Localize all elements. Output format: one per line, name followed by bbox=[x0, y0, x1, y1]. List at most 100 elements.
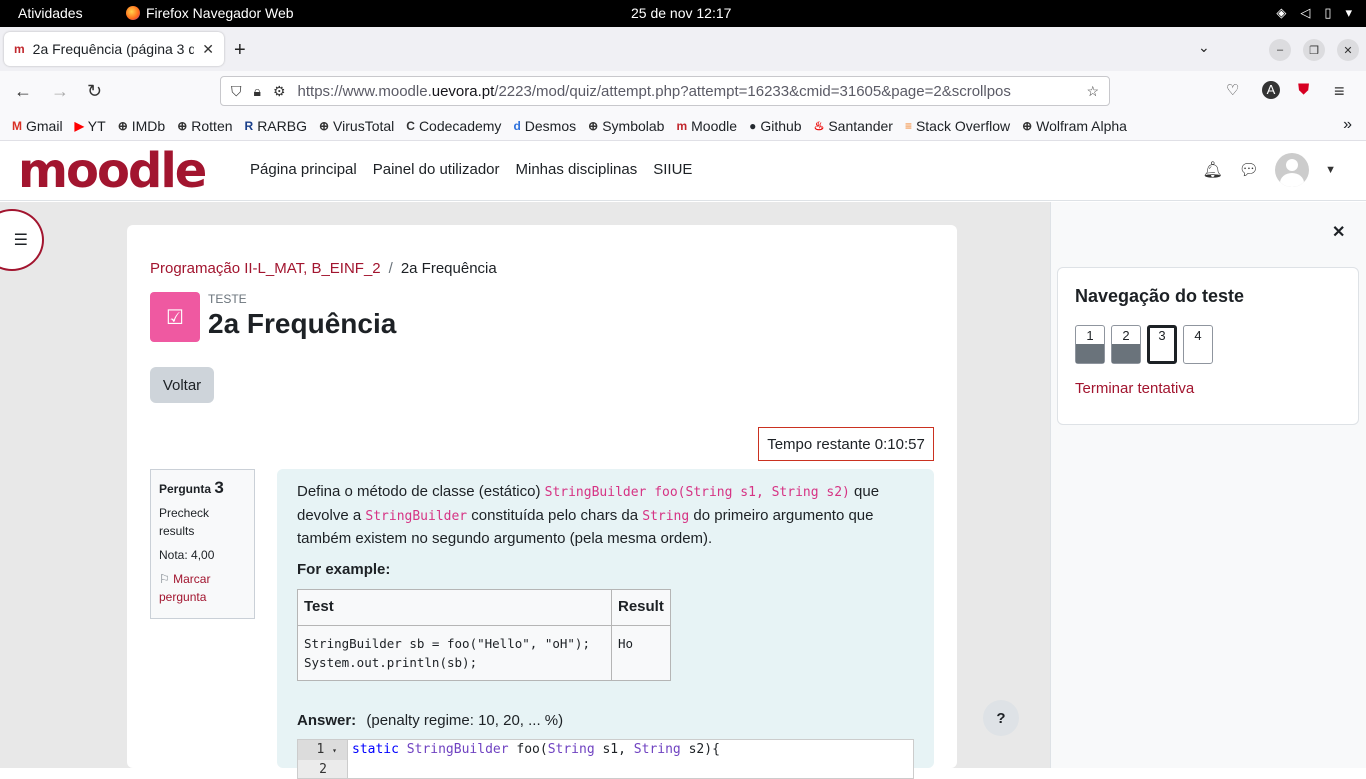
bookmark-item[interactable]: ♨ Santander bbox=[814, 118, 893, 134]
bookmark-item[interactable]: ▶ YT bbox=[75, 118, 106, 134]
bookmark-item[interactable]: ⊕ VirusTotal bbox=[319, 118, 394, 134]
list-icon: ☰ bbox=[13, 232, 28, 249]
firefox-icon bbox=[126, 6, 140, 20]
bookmark-item[interactable]: ⊕ IMDb bbox=[118, 118, 166, 134]
question-number-value: 3 bbox=[214, 478, 224, 497]
battery-icon: ▯ bbox=[1324, 5, 1332, 20]
navigation-toolbar: ← → ↻ ⛉ 🔒︎ ⚙ https://www.moodle.uevora.p… bbox=[0, 71, 1366, 111]
nav-siiue[interactable]: SIIUE bbox=[653, 161, 692, 178]
gmail-icon: M bbox=[12, 118, 22, 133]
bookmark-item[interactable]: ⊕ Rotten bbox=[177, 118, 232, 134]
permissions-icon[interactable]: ⚙ bbox=[273, 83, 286, 100]
question-button-1[interactable]: 1 bbox=[1075, 325, 1105, 364]
question-button-2[interactable]: 2 bbox=[1111, 325, 1141, 364]
nav-home[interactable]: Página principal bbox=[250, 161, 357, 178]
bookmark-item[interactable]: ≡ Stack Overflow bbox=[905, 118, 1010, 134]
url-domain: uevora.pt bbox=[431, 82, 495, 100]
bookmark-item[interactable]: ● Github bbox=[749, 118, 802, 134]
pocket-icon[interactable]: ♡ bbox=[1226, 81, 1239, 99]
bookmark-label: Gmail bbox=[26, 117, 63, 134]
bookmark-label: Desmos bbox=[524, 117, 577, 134]
bookmark-item[interactable]: C Codecademy bbox=[406, 118, 501, 134]
message-bubble-icon[interactable]: 💬︎ bbox=[1239, 160, 1259, 180]
reload-icon[interactable]: ↻ bbox=[87, 81, 102, 102]
question-button-4[interactable]: 4 bbox=[1183, 325, 1213, 364]
globe-icon: ⊕ bbox=[117, 118, 128, 133]
lock-icon[interactable]: 🔒︎ bbox=[254, 83, 261, 100]
fold-arrow-icon[interactable]: ▾ bbox=[332, 746, 337, 755]
url-path: /2223/mod/quiz/attempt.php?attempt=16233… bbox=[494, 82, 1011, 100]
list-all-tabs-icon[interactable]: ⌄ bbox=[1198, 39, 1210, 56]
clock[interactable]: 25 de nov 12:17 bbox=[631, 5, 731, 21]
help-button[interactable]: ? bbox=[983, 700, 1019, 736]
close-drawer-icon[interactable]: ✕ bbox=[1332, 222, 1345, 242]
system-top-bar: Atividades Firefox Navegador Web 25 de n… bbox=[0, 0, 1366, 27]
breadcrumb-current: 2a Frequência bbox=[400, 260, 497, 277]
minimize-icon[interactable]: – bbox=[1269, 39, 1291, 61]
system-tray[interactable]: ◈ ◁ ▯ ▾ bbox=[1276, 5, 1352, 21]
question-number: Pergunta 3 bbox=[159, 478, 246, 498]
url-bar[interactable]: ⛉ 🔒︎ ⚙ https://www.moodle.uevora.pt/2223… bbox=[220, 76, 1110, 106]
shield-icon[interactable]: ⛉ bbox=[231, 83, 242, 100]
moodle-logo[interactable]: moodle bbox=[18, 143, 207, 199]
answer-label-line: Answer: (penalty regime: 10, 20, ... %) bbox=[297, 710, 563, 733]
breadcrumb-separator: / bbox=[388, 260, 393, 277]
bookmark-label: VirusTotal bbox=[333, 117, 395, 134]
url-prefix: https://www.moodle. bbox=[297, 82, 432, 100]
rarbg-icon: R bbox=[244, 118, 254, 133]
ublock-shield-icon[interactable]: ⛊ bbox=[1298, 81, 1309, 98]
url-text[interactable]: https://www.moodle.uevora.pt/2223/mod/qu… bbox=[298, 83, 1075, 100]
codecademy-icon: C bbox=[406, 118, 415, 133]
line-number-value: 1 bbox=[316, 742, 325, 757]
flag-question-button[interactable]: ⚐ Marcar pergunta bbox=[159, 570, 246, 606]
app-menu[interactable]: Firefox Navegador Web bbox=[126, 5, 294, 21]
breadcrumb-course[interactable]: Programação II-L_MAT, B_EINF_2 bbox=[150, 260, 381, 277]
bookmark-item[interactable]: d Desmos bbox=[513, 118, 576, 134]
bookmarks-overflow-icon[interactable]: » bbox=[1343, 116, 1352, 134]
forward-arrow-icon[interactable]: → bbox=[51, 81, 69, 102]
question-content: Defina o método de classe (estático) Str… bbox=[277, 469, 934, 779]
code-line[interactable]: static StringBuilder foo(String s1, Stri… bbox=[352, 740, 720, 759]
github-icon: ● bbox=[749, 118, 757, 133]
activities-button[interactable]: Atividades bbox=[18, 5, 83, 21]
bell-icon[interactable]: 🔔︎ bbox=[1202, 160, 1222, 180]
bookmark-label: Wolfram Alpha bbox=[1036, 117, 1127, 134]
new-tab-button[interactable]: + bbox=[234, 39, 246, 62]
bookmark-item[interactable]: ⊕ Wolfram Alpha bbox=[1022, 118, 1127, 134]
tab-active[interactable]: m 2a Frequência (página 3 d ✕ bbox=[4, 32, 224, 66]
back-arrow-icon[interactable]: ← bbox=[14, 81, 32, 102]
bookmark-item[interactable]: ⊕ Symbolab bbox=[588, 118, 664, 134]
restore-icon[interactable]: ❐ bbox=[1303, 39, 1325, 61]
tab-strip: m 2a Frequência (página 3 d ✕ + ⌄ – ❐ ✕ bbox=[0, 27, 1366, 71]
back-button[interactable]: Voltar bbox=[150, 367, 214, 403]
close-tab-icon[interactable]: ✕ bbox=[202, 41, 214, 58]
santander-icon: ♨ bbox=[813, 118, 825, 133]
bookmark-item[interactable]: m Moodle bbox=[676, 118, 737, 134]
close-window-icon[interactable]: ✕ bbox=[1337, 39, 1359, 61]
table-row: StringBuilder sb = foo("Hello", "oH"); S… bbox=[297, 624, 671, 681]
time-remaining: Tempo restante 0:10:57 bbox=[758, 427, 934, 461]
bookmark-star-icon[interactable]: ☆ bbox=[1086, 83, 1099, 100]
bookmark-label: YT bbox=[87, 117, 106, 134]
bookmark-item[interactable]: R RARBG bbox=[245, 118, 307, 134]
hamburger-menu-icon[interactable]: ≡ bbox=[1334, 81, 1345, 102]
nav-dashboard[interactable]: Painel do utilizador bbox=[373, 161, 500, 178]
code-editor[interactable]: 1 ▾ 2 static StringBuilder foo(String s1… bbox=[297, 739, 914, 779]
line-number: 2 bbox=[319, 762, 327, 777]
bookmark-label: Symbolab bbox=[602, 117, 665, 134]
bookmark-label: IMDb bbox=[131, 117, 166, 134]
chevron-down-icon[interactable]: ▼ bbox=[1325, 164, 1336, 176]
globe-icon: ⊕ bbox=[1022, 118, 1033, 133]
question-button-3[interactable]: 3 bbox=[1147, 325, 1177, 364]
account-icon[interactable]: A bbox=[1262, 81, 1280, 99]
bookmark-item[interactable]: M Gmail bbox=[12, 118, 63, 134]
question-text-part: Defina o método de classe (estático) bbox=[297, 483, 545, 500]
avatar[interactable] bbox=[1275, 153, 1310, 187]
nav-my-courses[interactable]: Minhas disciplinas bbox=[516, 161, 638, 178]
answer-label: Answer: bbox=[297, 712, 357, 729]
quiz-navigation-block: Navegação do teste 1 2 3 4 Terminar tent… bbox=[1057, 267, 1359, 425]
breadcrumb: Programação II-L_MAT, B_EINF_2 / 2a Freq… bbox=[150, 260, 497, 277]
bookmarks-toolbar: M Gmail ▶ YT ⊕ IMDb ⊕ Rotten R RARBG ⊕ VirusTotal C C… bbox=[0, 111, 1366, 141]
finish-attempt-link[interactable]: Terminar tentativa bbox=[1075, 380, 1194, 397]
stackoverflow-icon: ≡ bbox=[904, 118, 912, 133]
